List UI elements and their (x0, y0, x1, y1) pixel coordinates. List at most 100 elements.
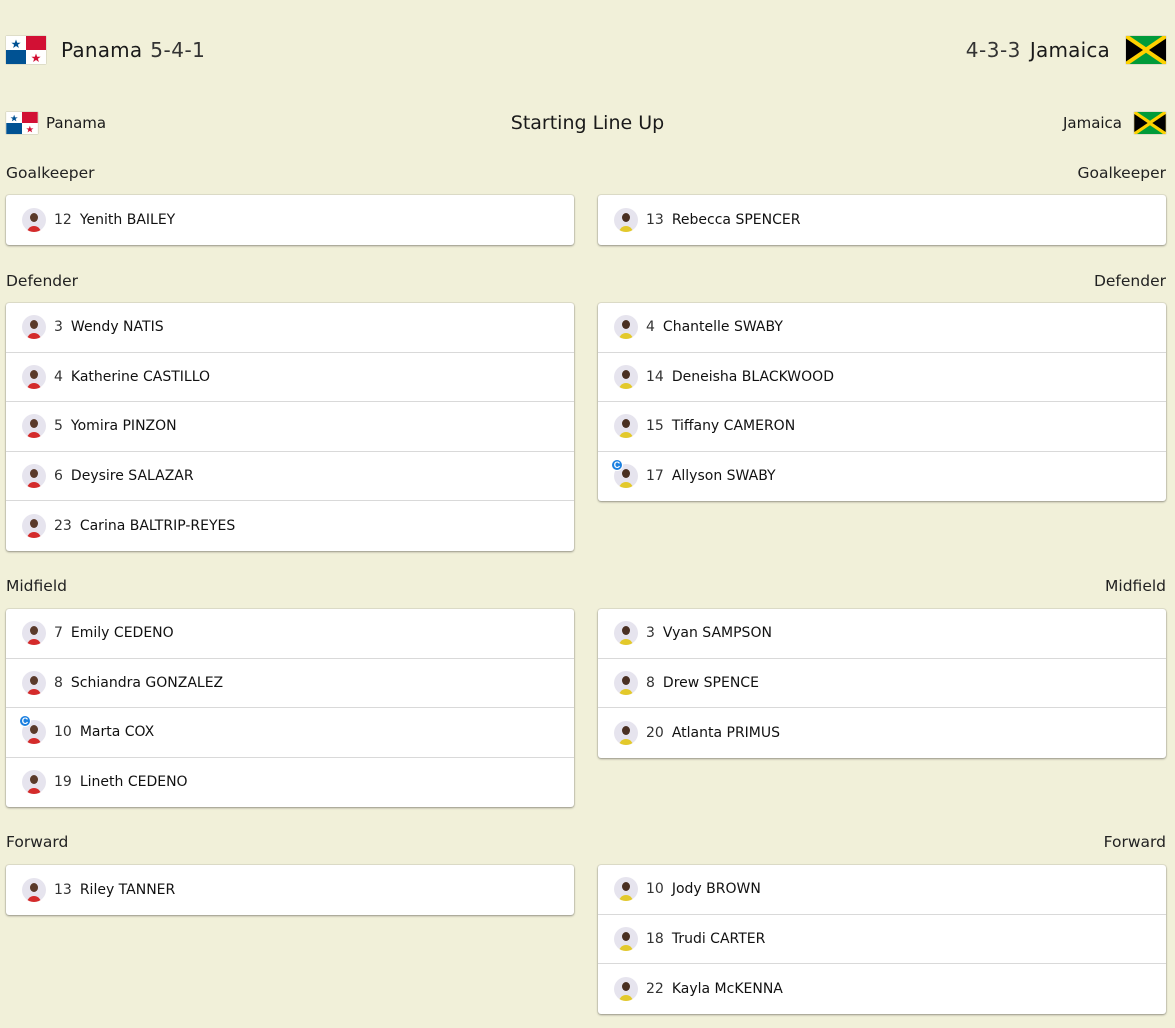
player-number: 17 (646, 468, 664, 485)
player-avatar (614, 621, 638, 646)
player-row[interactable]: 10 Jody BROWN (598, 865, 1166, 915)
player-number: 4 (54, 368, 63, 385)
player-name[interactable]: Chantelle SWABY (663, 319, 783, 335)
formation-header: Panama 5-4-1 4-3-3 Jamaica (0, 0, 1175, 100)
player-row[interactable]: 23 Carina BALTRIP-REYES (6, 501, 574, 551)
player-name[interactable]: Carina BALTRIP-REYES (80, 518, 235, 534)
player-avatar (22, 364, 46, 389)
player-name[interactable]: Katherine CASTILLO (71, 369, 210, 385)
player-avatar (614, 976, 638, 1001)
player-name[interactable]: Tiffany CAMERON (672, 418, 795, 434)
player-name[interactable]: Wendy NATIS (71, 319, 164, 335)
home-forward-label: Forward (6, 833, 69, 851)
player-number: 4 (646, 319, 655, 336)
player-name[interactable]: Schiandra GONZALEZ (71, 675, 223, 691)
away-formation: 4-3-3 (965, 38, 1021, 62)
home-forward-list: 13 Riley TANNER (6, 865, 574, 915)
away-defender-list: 4 Chantelle SWABY 14 Deneisha BLACKWOOD 15 Ti… (598, 303, 1166, 501)
home-midfield-list: 7 Emily CEDENO 8 Schiandra GONZALEZ C 10 Marta… (6, 609, 574, 807)
player-name[interactable]: Kayla McKENNA (672, 981, 783, 997)
player-avatar (22, 414, 46, 439)
player-name[interactable]: Drew SPENCE (663, 675, 759, 691)
player-avatar (22, 207, 46, 232)
player-number: 12 (54, 211, 72, 228)
player-name[interactable]: Trudi CARTER (672, 931, 766, 947)
player-avatar (22, 513, 46, 538)
away-forward-list: 10 Jody BROWN 18 Trudi CARTER 22 Kayla McKENN… (598, 865, 1166, 1014)
player-avatar (22, 463, 46, 488)
player-avatar (614, 414, 638, 439)
player-name[interactable]: Atlanta PRIMUS (672, 725, 780, 741)
player-number: 7 (54, 625, 63, 642)
player-row[interactable]: 18 Trudi CARTER (598, 915, 1166, 964)
player-avatar (614, 670, 638, 695)
player-number: 13 (646, 211, 664, 228)
home-goalkeeper-list: 12 Yenith BAILEY (6, 195, 574, 245)
player-row[interactable]: 6 Deysire SALAZAR (6, 452, 574, 501)
player-row[interactable]: C 17 Allyson SWABY (598, 452, 1166, 502)
away-midfield-list: 3 Vyan SAMPSON 8 Drew SPENCE 20 Atlanta PRIMU… (598, 609, 1166, 758)
panama-flag-icon (6, 36, 46, 64)
player-row[interactable]: 13 Riley TANNER (6, 865, 574, 915)
player-number: 5 (54, 418, 63, 435)
player-avatar (22, 770, 46, 795)
captain-badge-icon: C (611, 458, 623, 471)
player-row[interactable]: C 10 Marta COX (6, 708, 574, 758)
player-number: 18 (646, 930, 664, 947)
player-number: 13 (54, 881, 72, 898)
player-avatar (614, 926, 638, 951)
player-number: 10 (646, 881, 664, 898)
player-row[interactable]: 7 Emily CEDENO (6, 609, 574, 659)
player-name[interactable]: Vyan SAMPSON (663, 625, 772, 641)
player-name[interactable]: Riley TANNER (80, 882, 175, 898)
player-row[interactable]: 3 Vyan SAMPSON (598, 609, 1166, 659)
player-number: 3 (646, 625, 655, 642)
player-name[interactable]: Marta COX (80, 724, 154, 740)
player-avatar (614, 315, 638, 340)
player-row[interactable]: 15 Tiffany CAMERON (598, 402, 1166, 452)
player-row[interactable]: 8 Schiandra GONZALEZ (6, 659, 574, 708)
player-number: 14 (646, 368, 664, 385)
player-name[interactable]: Rebecca SPENCER (672, 212, 801, 228)
home-defender-list: 3 Wendy NATIS 4 Katherine CASTILLO 5 Yomira P… (6, 303, 574, 551)
player-row[interactable]: 12 Yenith BAILEY (6, 195, 574, 245)
player-avatar (614, 207, 638, 232)
lineup-title: Starting Line Up (510, 112, 665, 134)
player-name[interactable]: Lineth CEDENO (80, 774, 188, 790)
player-row[interactable]: 19 Lineth CEDENO (6, 758, 574, 808)
player-row[interactable]: 4 Katherine CASTILLO (6, 353, 574, 402)
player-number: 8 (54, 674, 63, 691)
player-name[interactable]: Deneisha BLACKWOOD (672, 369, 834, 385)
home-team-name: Panama (61, 38, 143, 62)
away-team-label-text: Jamaica (1062, 114, 1122, 132)
player-avatar (614, 720, 638, 745)
away-goalkeeper-label: Goalkeeper (1077, 164, 1166, 182)
player-row[interactable]: 14 Deneisha BLACKWOOD (598, 353, 1166, 402)
player-name[interactable]: Allyson SWABY (672, 468, 776, 484)
player-number: 6 (54, 467, 63, 484)
player-row[interactable]: 3 Wendy NATIS (6, 303, 574, 353)
player-avatar (614, 364, 638, 389)
home-midfield-label: Midfield (6, 577, 67, 595)
player-row[interactable]: 22 Kayla McKENNA (598, 964, 1166, 1014)
player-row[interactable]: 20 Atlanta PRIMUS (598, 708, 1166, 758)
player-name[interactable]: Emily CEDENO (71, 625, 174, 641)
away-team-label: Jamaica (1063, 112, 1166, 134)
jamaica-flag-icon (1134, 112, 1166, 134)
player-name[interactable]: Yomira PINZON (71, 418, 177, 434)
player-name[interactable]: Jody BROWN (672, 881, 761, 897)
player-number: 15 (646, 418, 664, 435)
away-defender-label: Defender (1093, 272, 1166, 290)
away-forward-label: Forward (1103, 833, 1166, 851)
player-row[interactable]: 5 Yomira PINZON (6, 402, 574, 452)
player-row[interactable]: 8 Drew SPENCE (598, 659, 1166, 708)
away-midfield-label: Midfield (1105, 577, 1166, 595)
player-row[interactable]: 4 Chantelle SWABY (598, 303, 1166, 353)
player-avatar (614, 877, 638, 902)
player-name[interactable]: Yenith BAILEY (80, 212, 175, 228)
player-name[interactable]: Deysire SALAZAR (71, 468, 194, 484)
player-number: 10 (54, 724, 72, 741)
jamaica-flag-icon (1126, 36, 1166, 64)
player-number: 3 (54, 319, 63, 336)
player-row[interactable]: 13 Rebecca SPENCER (598, 195, 1166, 245)
